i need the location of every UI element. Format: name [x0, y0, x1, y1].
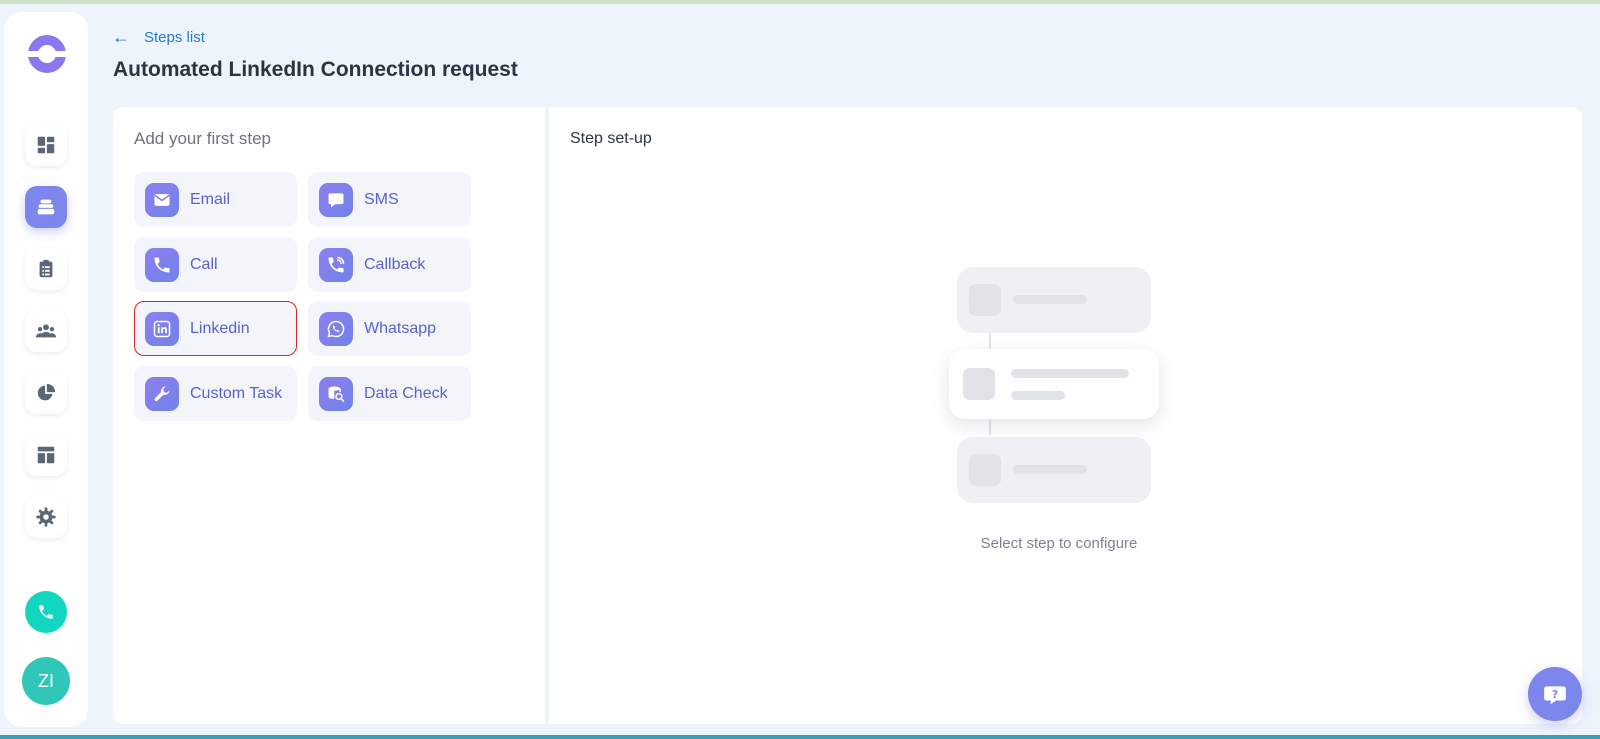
- step-option-data-check[interactable]: Data Check: [308, 366, 471, 421]
- linkedin-icon: [145, 311, 179, 346]
- database-search-icon: [319, 376, 353, 411]
- step-option-whatsapp[interactable]: Whatsapp: [308, 301, 471, 356]
- layout-icon: [37, 446, 55, 464]
- step-option-label: SMS: [364, 190, 399, 208]
- step-setup-heading: Step set-up: [570, 130, 652, 147]
- wrench-icon: [145, 376, 179, 411]
- arrow-left-icon: ←: [112, 26, 130, 47]
- chat-bubble-icon: [319, 182, 353, 217]
- nav-dashboard[interactable]: [25, 124, 67, 166]
- svg-text:?: ?: [1552, 688, 1558, 701]
- step-option-call[interactable]: Call: [134, 237, 297, 292]
- empty-state-illustration: [949, 267, 1169, 507]
- clipboard-icon: [39, 259, 53, 278]
- dialer-button[interactable]: [25, 591, 67, 633]
- avatar-initials: ZI: [38, 670, 54, 691]
- step-option-callback[interactable]: Callback: [308, 237, 471, 292]
- pie-chart-icon: [37, 383, 56, 401]
- step-option-label: Custom Task: [190, 384, 283, 402]
- gear-icon: [36, 507, 56, 527]
- step-option-label: Data Check: [364, 384, 448, 402]
- step-option-custom-task[interactable]: Custom Task: [134, 366, 297, 421]
- help-chat-icon: ?: [1544, 686, 1566, 705]
- empty-state-message: Select step to configure: [980, 535, 1138, 552]
- step-setup-panel: Step set-up Select step to configure: [549, 107, 1582, 724]
- step-types-heading: Add your first step: [134, 129, 272, 148]
- back-to-steps-list-link[interactable]: ← Steps list: [112, 26, 205, 48]
- step-types-panel: Add your first step Email SMS Call Callb…: [113, 107, 545, 724]
- dashboard-icon: [37, 136, 55, 154]
- mail-icon: [145, 182, 179, 217]
- phone-icon: [39, 605, 53, 619]
- step-option-label: Callback: [364, 255, 426, 273]
- phone-callback-icon: [319, 247, 353, 282]
- nav-contacts[interactable]: [25, 310, 67, 352]
- window-top-border: [0, 0, 1600, 4]
- nav-settings[interactable]: [25, 496, 67, 538]
- step-option-label: Email: [190, 190, 231, 208]
- step-option-sms[interactable]: SMS: [308, 172, 471, 227]
- nav-tasks[interactable]: [25, 248, 67, 290]
- back-link-label: Steps list: [144, 28, 205, 46]
- help-chat-button[interactable]: ?: [1528, 667, 1582, 721]
- page-title: Automated LinkedIn Connection request: [113, 58, 518, 81]
- nav-sequences[interactable]: [25, 186, 67, 228]
- nav-reports[interactable]: [25, 372, 67, 414]
- step-option-label: Whatsapp: [364, 319, 437, 337]
- whatsapp-icon: [319, 311, 353, 346]
- step-option-label: Linkedin: [190, 319, 250, 337]
- sidebar: ZI: [4, 12, 88, 727]
- users-icon: [35, 324, 57, 338]
- window-bottom-border: [0, 735, 1600, 739]
- step-option-email[interactable]: Email: [134, 172, 297, 227]
- sequences-icon: [37, 199, 55, 215]
- step-option-label: Call: [190, 255, 218, 273]
- nav-templates[interactable]: [25, 434, 67, 476]
- app-logo[interactable]: [27, 34, 67, 74]
- step-option-linkedin[interactable]: Linkedin: [134, 301, 297, 356]
- phone-icon: [145, 247, 179, 282]
- user-avatar[interactable]: ZI: [22, 657, 70, 705]
